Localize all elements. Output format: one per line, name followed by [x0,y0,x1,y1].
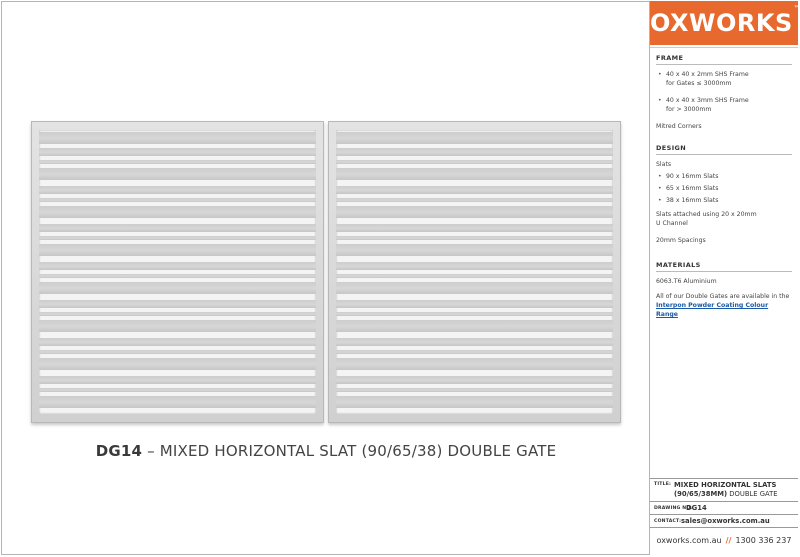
gate-leaf-left-infill [39,130,316,414]
slat [336,262,613,270]
trademark-mark: ™ [793,5,800,12]
design-slat-3: 38 x 16mm Slats [656,196,792,205]
frame-corners: Mitred Corners [656,123,702,130]
title-value-line2-rest: DOUBLE GATE [727,489,778,498]
slat [39,274,316,278]
footer-website-link[interactable]: oxworks.com.au [657,536,722,545]
design-spacing: 20mm Spacings [656,237,706,244]
slat [336,244,613,256]
title-block-title: TITLE: MIXED HORIZONTAL SLATS (90/65/38M… [650,478,798,501]
design-heading: DESIGN [656,144,792,155]
gate-leaf-right-infill [336,130,613,414]
title-value-line2-bold: (90/65/38MM) [674,489,728,498]
slat [39,282,316,294]
frame-bullet-1-line1: 40 x 40 x 2mm SHS Frame [666,71,749,78]
slat [39,358,316,370]
gate-leaf-left [31,121,324,423]
design-slat-1: 90 x 16mm Slats [656,172,792,181]
logo-text: OXWORKS [650,9,793,37]
slat [39,132,316,144]
slat [336,132,613,144]
slat [39,388,316,392]
frame-bullet-2: 40 x 40 x 3mm SHS Frame for > 3000mm [656,96,792,114]
slat [336,320,613,332]
slat [336,350,613,354]
materials-section: MATERIALS 6063.T6 Aluminium All of our D… [656,261,792,319]
powder-coat-colour-link[interactable]: Interpon Powder Coating Colour Range [656,301,792,319]
panel-footer: oxworks.com.au//1300 336 237 [650,527,798,554]
design-slat-2: 65 x 16mm Slats [656,184,792,193]
slat [336,224,613,232]
drawing-caption: DG14 – MIXED HORIZONTAL SLAT (90/65/38) … [30,442,622,460]
title-label: TITLE: [654,482,672,487]
slat [39,186,316,194]
title-block-drawing-no: DRAWING NO. DG14 [650,501,798,514]
slat [336,300,613,308]
design-attach-line2: U Channel [656,220,688,227]
title-block-contact: CONTACT: sales@oxworks.com.au [650,514,798,527]
slat [39,168,316,180]
slat [39,376,316,384]
slat [336,358,613,370]
drawing-no-value: DG14 [686,504,707,512]
slat [336,388,613,392]
slat [39,320,316,332]
drawing-caption-text: – MIXED HORIZONTAL SLAT (90/65/38) DOUBL… [142,442,557,460]
contact-email-link[interactable]: sales@oxworks.com.au [681,517,770,526]
slat [39,206,316,218]
design-attach-line1: Slats attached using 20 x 20mm [656,211,757,218]
materials-heading: MATERIALS [656,261,792,272]
design-slats-label: Slats [656,161,672,168]
slat [336,186,613,194]
frame-section: FRAME 40 x 40 x 2mm SHS Frame for Gates … [656,54,792,131]
slat [336,274,613,278]
slat [336,236,613,240]
slat [39,148,316,156]
slat [336,168,613,180]
slat [336,396,613,408]
materials-alloy: 6063.T6 Aluminium [656,278,717,285]
slat [39,338,316,346]
slat [39,350,316,354]
slat [39,160,316,164]
slat [336,376,613,384]
slat [39,244,316,256]
design-section: DESIGN Slats 90 x 16mm Slats 65 x 16mm S… [656,144,792,245]
materials-note: All of our Double Gates are available in… [656,293,790,300]
slat [39,198,316,202]
slat [336,312,613,316]
frame-bullet-1: 40 x 40 x 2mm SHS Frame for Gates ≤ 3000… [656,70,792,88]
footer-separator: // [725,536,732,545]
title-value: MIXED HORIZONTAL SLATS (90/65/38MM) DOUB… [674,481,778,498]
gate-leaf-right [328,121,621,423]
slat [39,396,316,408]
logo-divider [650,45,798,48]
slat [336,198,613,202]
slat [336,148,613,156]
contact-label: CONTACT: [654,519,682,524]
oxworks-logo: OXWORKS™ [650,1,800,45]
footer-phone[interactable]: 1300 336 237 [735,536,791,545]
frame-bullet-2-line1: 40 x 40 x 3mm SHS Frame [666,97,749,104]
slat [39,224,316,232]
frame-heading: FRAME [656,54,792,65]
slat [336,338,613,346]
slat [39,262,316,270]
slat [336,206,613,218]
title-value-line1: MIXED HORIZONTAL SLATS [674,481,777,489]
frame-bullet-1-line2: for Gates ≤ 3000mm [666,80,732,87]
drawing-caption-code: DG14 [95,442,143,460]
spec-panel: OXWORKS™ FRAME 40 x 40 x 2mm SHS Frame f… [649,1,800,555]
frame-bullet-2-line2: for > 3000mm [666,106,712,113]
slat [336,282,613,294]
slat [39,300,316,308]
slat [336,160,613,164]
slat [39,312,316,316]
slat [39,236,316,240]
